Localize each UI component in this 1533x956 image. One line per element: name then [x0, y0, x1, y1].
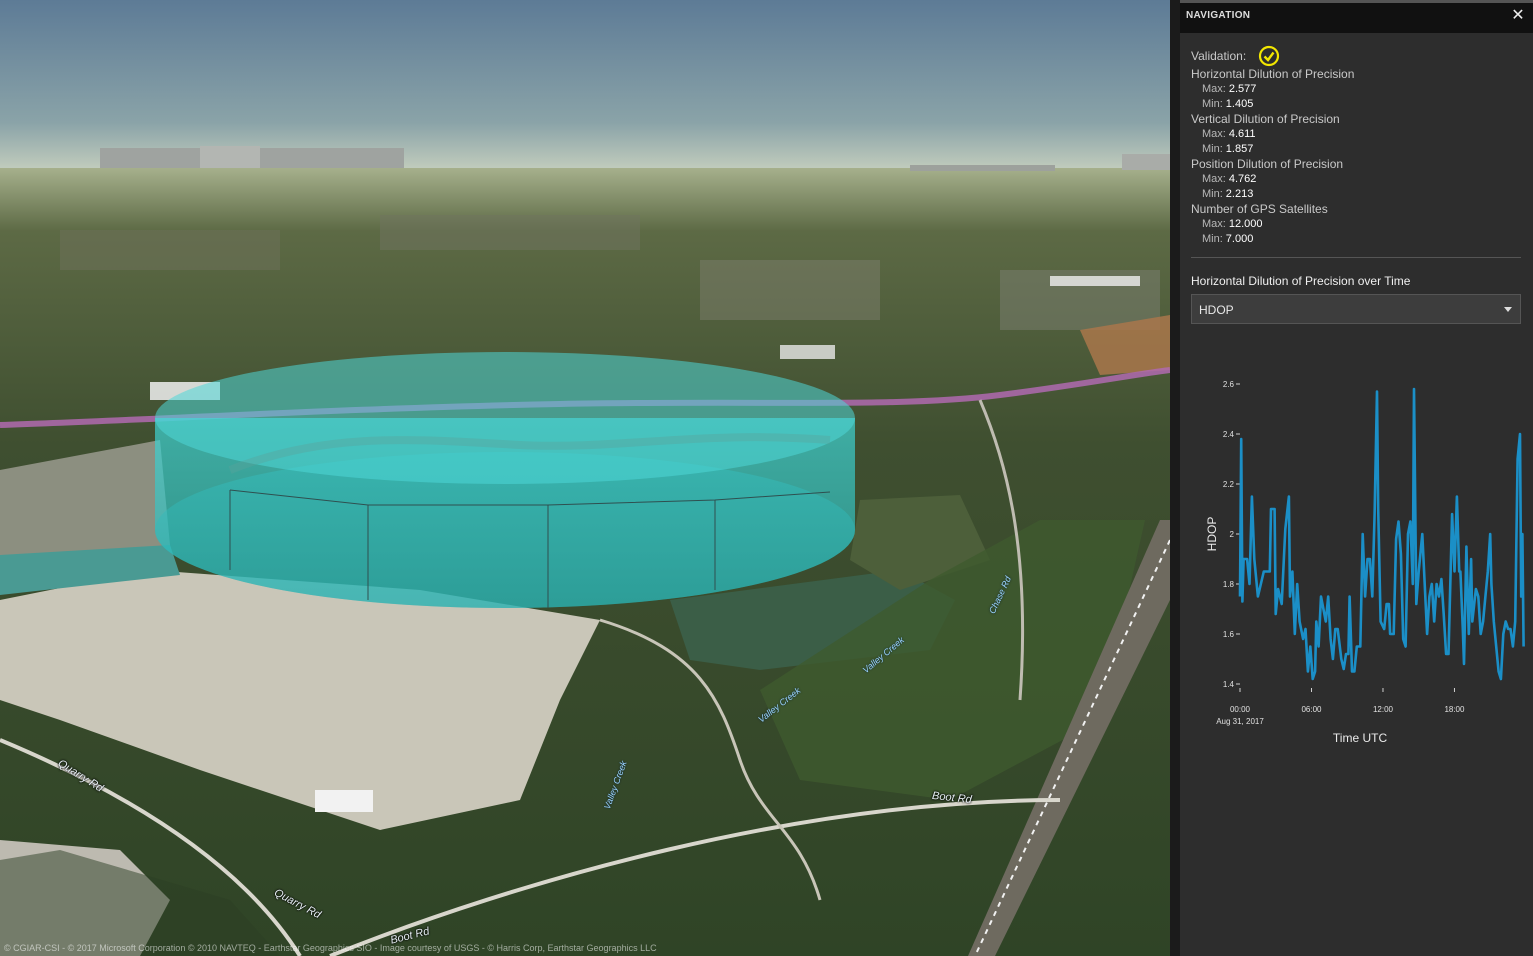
metric-vdop: Vertical Dilution of Precision Max: 4.611…	[1191, 112, 1521, 157]
validation-label: Validation:	[1191, 49, 1247, 63]
max-value: 4.762	[1228, 173, 1257, 185]
x-tick-label: 12:00	[1373, 705, 1394, 714]
panel-header: NAVIGATION ✕	[1180, 0, 1533, 33]
close-button[interactable]: ✕	[1509, 6, 1527, 26]
metric-hdop: Horizontal Dilution of Precision Max: 2.5…	[1191, 67, 1521, 112]
min-label: Min:	[1202, 98, 1223, 110]
y-tick-label: 1.8	[1223, 580, 1235, 589]
max-value: 2.577	[1228, 83, 1257, 95]
min-value: 2.213	[1225, 188, 1254, 200]
metric-max: Max: 4.611	[1191, 127, 1521, 142]
map-attribution: © CGIAR-CSI - © 2017 Microsoft Corporati…	[4, 943, 657, 953]
divider	[1191, 257, 1521, 258]
metric-min: Min: 1.405	[1191, 97, 1521, 112]
metric-max: Max: 12.000	[1191, 217, 1521, 232]
min-label: Min:	[1202, 143, 1223, 155]
y-tick-label: 1.4	[1223, 680, 1235, 689]
close-icon[interactable]: ✕	[1511, 7, 1524, 24]
min-label: Min:	[1202, 233, 1223, 245]
y-axis-label: HDOP	[1205, 517, 1219, 552]
hdop-line-chart[interactable]: 1.4 1.6 1.8 2 2.2 2.4 2.6 00:00 Aug 31, 2017 06:0…	[1190, 360, 1530, 760]
metric-min: Min: 1.857	[1191, 142, 1521, 157]
y-tick-label: 2.4	[1223, 430, 1235, 439]
panel-body: Validation: Horizontal Dilution of Preci…	[1180, 33, 1533, 324]
min-value: 1.857	[1225, 143, 1254, 155]
min-value: 1.405	[1225, 98, 1254, 110]
metric-pdop: Position Dilution of Precision Max: 4.762…	[1191, 157, 1521, 202]
chevron-down-icon[interactable]	[1504, 307, 1512, 312]
metric-max: Max: 2.577	[1191, 82, 1521, 97]
x-axis-label: Time UTC	[1333, 731, 1388, 745]
metric-max: Max: 4.762	[1191, 172, 1521, 187]
max-label: Max:	[1202, 83, 1226, 95]
max-label: Max:	[1202, 218, 1226, 230]
max-label: Max:	[1202, 173, 1226, 185]
check-circle-icon	[1259, 45, 1280, 67]
min-value: 7.000	[1225, 233, 1254, 245]
metric-title: Number of GPS Satellites	[1191, 202, 1328, 216]
chart-heading: Horizontal Dilution of Precision over Ti…	[1191, 274, 1411, 288]
x-tick-label: 18:00	[1444, 705, 1465, 714]
x-tick-label: 06:00	[1301, 705, 1322, 714]
validation-row: Validation:	[1191, 45, 1521, 67]
metric-title: Vertical Dilution of Precision	[1191, 112, 1340, 126]
max-value: 12.000	[1228, 218, 1263, 230]
y-tick-label: 2.2	[1223, 480, 1235, 489]
max-label: Max:	[1202, 128, 1226, 140]
metric-satellites: Number of GPS Satellites Max: 12.000 Min:…	[1191, 202, 1521, 247]
navigation-panel: NAVIGATION ✕ Validation: Horizontal Dilu…	[1170, 0, 1533, 956]
x-tick-label: 00:00	[1230, 705, 1251, 714]
panel-title: NAVIGATION	[1186, 10, 1251, 21]
metric-min: Min: 2.213	[1191, 187, 1521, 202]
min-label: Min:	[1202, 188, 1223, 200]
x-tick-sublabel: Aug 31, 2017	[1216, 717, 1264, 726]
metric-min: Min: 7.000	[1191, 232, 1521, 247]
metric-select[interactable]: HDOP	[1191, 294, 1521, 324]
map-view[interactable]: Quarry Rd Quarry Rd Boot Rd Boot Rd Vall…	[0, 0, 1170, 956]
hdop-series-line	[1238, 387, 1525, 681]
y-tick-label: 2.6	[1223, 380, 1235, 389]
metric-select-value: HDOP	[1199, 303, 1234, 317]
y-tick-label: 2	[1230, 530, 1235, 539]
y-tick-label: 1.6	[1223, 630, 1235, 639]
globe-scene[interactable]	[0, 0, 1170, 956]
metric-title: Position Dilution of Precision	[1191, 157, 1344, 171]
metric-title: Horizontal Dilution of Precision	[1191, 67, 1355, 81]
max-value: 4.611	[1228, 128, 1256, 140]
